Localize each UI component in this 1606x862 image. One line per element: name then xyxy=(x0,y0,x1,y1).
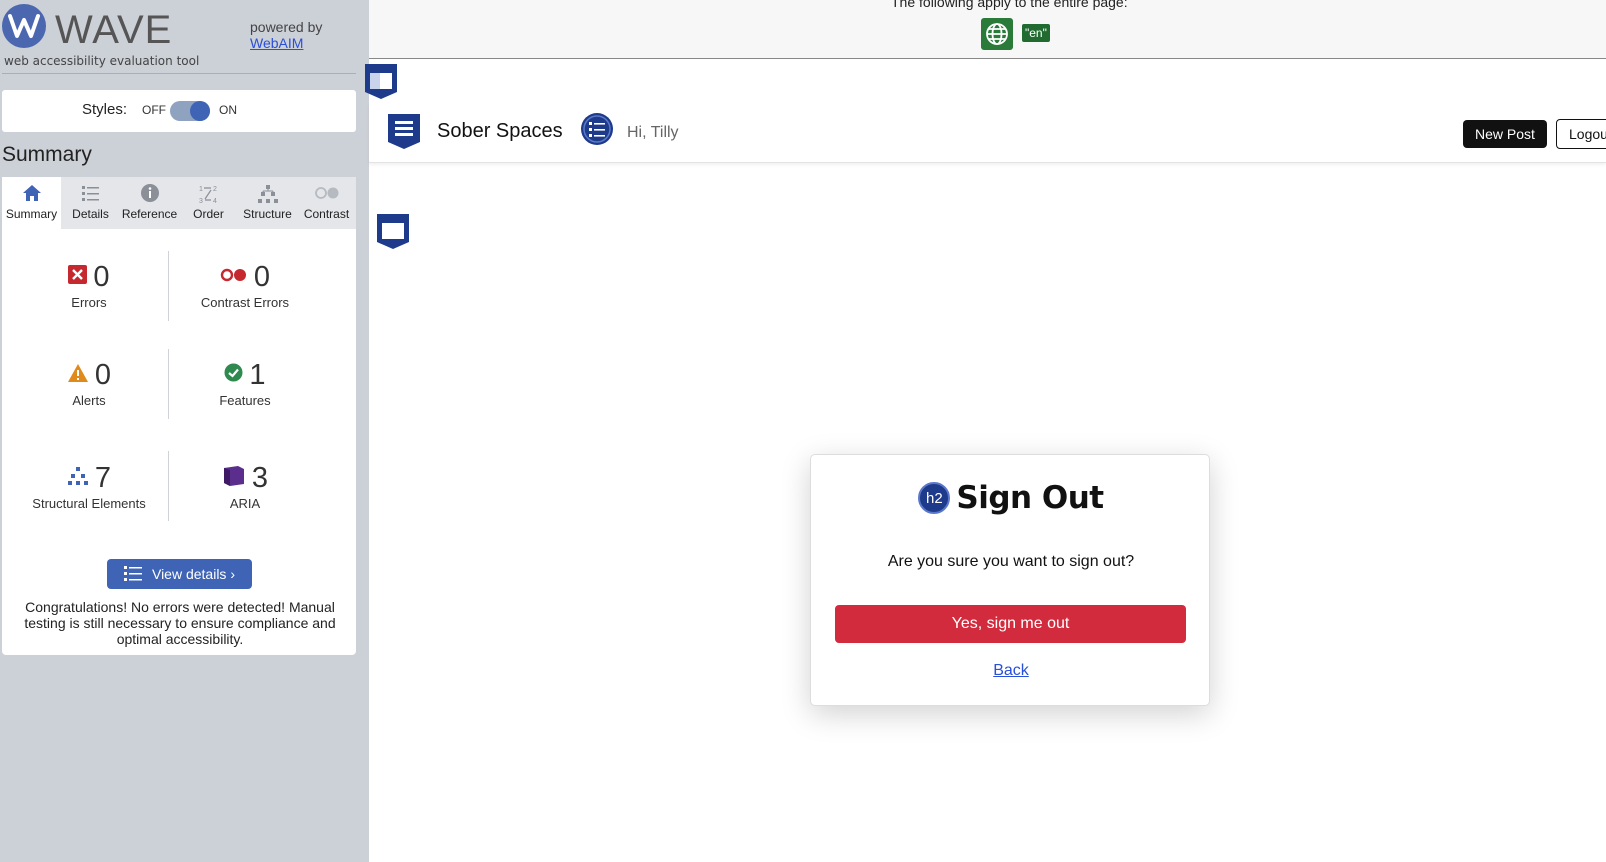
user-greeting: Hi, Tilly xyxy=(627,124,679,141)
structural-count: 7 xyxy=(94,461,112,494)
svg-text:3: 3 xyxy=(199,198,203,205)
wave-logo-icon xyxy=(2,4,46,48)
back-link[interactable]: Back xyxy=(811,662,1211,680)
wave-list-icon[interactable] xyxy=(580,112,614,146)
webaim-link[interactable]: WebAIM xyxy=(250,35,303,51)
tab-order[interactable]: 1 2 3 4 Order xyxy=(179,177,238,229)
tab-structure[interactable]: Structure xyxy=(238,177,297,229)
error-icon xyxy=(68,265,88,289)
powered-by: powered by WebAIM xyxy=(250,19,322,51)
page-notice-text: The following apply to the entire page: xyxy=(891,0,1128,10)
stat-structural[interactable]: 7 Structural Elements xyxy=(9,461,169,512)
tab-reference[interactable]: Reference xyxy=(120,177,179,229)
wave-region-icon[interactable] xyxy=(375,212,411,250)
styles-toggle-box: Styles: OFF ON xyxy=(2,90,356,132)
brand-link[interactable]: Sober Spaces xyxy=(437,120,563,143)
contrast-error-icon xyxy=(220,267,248,288)
wave-nav-icon[interactable] xyxy=(386,112,422,150)
tab-details[interactable]: Details xyxy=(61,177,120,229)
sign-out-modal: h2 Sign Out Are you sure you want to sig… xyxy=(810,454,1210,706)
home-icon xyxy=(2,183,61,205)
toggle-knob xyxy=(190,101,210,121)
structure-icon xyxy=(238,183,297,205)
globe-icon[interactable] xyxy=(981,18,1013,50)
list-icon xyxy=(61,183,120,205)
tab-contrast[interactable]: Contrast xyxy=(297,177,356,229)
order-icon: 1 2 3 4 xyxy=(179,183,238,205)
tab-label: Summary xyxy=(5,207,58,221)
structural-label: Structural Elements xyxy=(32,496,146,511)
new-post-button[interactable]: New Post xyxy=(1463,120,1547,148)
wave-sidebar: WAVE web accessibility evaluation tool p… xyxy=(0,0,369,862)
tab-label: Reference xyxy=(121,207,178,221)
contrast-errors-label: Contrast Errors xyxy=(200,295,290,310)
heading-level-badge[interactable]: h2 xyxy=(918,482,951,514)
stat-features[interactable]: 1 Features xyxy=(165,358,325,409)
aria-count: 3 xyxy=(251,461,269,494)
tab-summary[interactable]: Summary xyxy=(2,177,61,229)
list-icon xyxy=(123,565,142,584)
tab-label: Order xyxy=(193,207,224,221)
modal-question: Are you sure you want to sign out? xyxy=(887,553,1135,570)
wave-tabs: Summary Details Reference 1 2 3 4 Order Str… xyxy=(2,177,356,229)
stat-contrast-errors[interactable]: 0 Contrast Errors xyxy=(165,260,325,311)
tab-label: Contrast xyxy=(303,207,350,221)
aria-label: ARIA xyxy=(229,496,261,511)
features-label: Features xyxy=(219,393,271,408)
feature-icon xyxy=(224,363,243,387)
logout-button[interactable]: Logout xyxy=(1556,119,1606,149)
main-page: The following apply to the entire page: … xyxy=(365,0,1606,862)
wave-aria-widget-icon[interactable] xyxy=(363,62,399,100)
contrast-icon xyxy=(297,183,356,205)
styles-toggle-switch[interactable] xyxy=(170,101,210,121)
styles-off-label: OFF xyxy=(142,103,166,117)
alerts-label: Alerts xyxy=(72,393,106,408)
svg-text:2: 2 xyxy=(213,186,217,193)
modal-title: Sign Out xyxy=(956,480,1104,516)
confirm-sign-out-button[interactable]: Yes, sign me out xyxy=(835,605,1186,643)
svg-text:1: 1 xyxy=(199,186,203,193)
view-details-button[interactable]: View details › xyxy=(107,559,252,589)
stat-alerts[interactable]: 0 Alerts xyxy=(9,359,169,408)
wave-tagline: web accessibility evaluation tool xyxy=(4,54,200,68)
aria-icon xyxy=(222,464,246,493)
alert-icon xyxy=(67,363,89,388)
features-count: 1 xyxy=(249,358,266,391)
errors-count: 0 xyxy=(93,260,110,293)
alerts-count: 0 xyxy=(94,358,112,391)
stat-errors[interactable]: 0 Errors xyxy=(9,261,169,310)
summary-heading: Summary xyxy=(2,143,92,166)
tab-label: Details xyxy=(72,207,109,221)
styles-on-label: ON xyxy=(219,103,237,117)
svg-text:4: 4 xyxy=(213,198,217,205)
summary-panel: 0 Errors 0 Contrast Errors 0 Alerts 1 Fe… xyxy=(2,229,356,655)
contrast-errors-count: 0 xyxy=(253,260,271,293)
errors-label: Errors xyxy=(71,295,107,310)
site-navbar: Sober Spaces Hi, Tilly New Post xyxy=(369,103,1606,163)
view-details-label: View details › xyxy=(151,566,235,582)
info-icon xyxy=(120,183,179,205)
tab-label: Structure xyxy=(243,207,292,221)
modal-title-row: h2 Sign Out xyxy=(811,480,1211,516)
page-notice-bar: The following apply to the entire page: … xyxy=(369,0,1606,59)
divider xyxy=(2,73,356,74)
wave-title: WAVE xyxy=(55,8,173,52)
language-badge[interactable]: "en" xyxy=(1022,24,1050,42)
powered-by-label: powered by xyxy=(250,19,323,35)
structure-icon xyxy=(67,466,89,491)
congrats-message: Congratulations! No errors were detected… xyxy=(24,599,336,647)
stat-aria[interactable]: 3 ARIA xyxy=(165,462,325,511)
styles-label: Styles: xyxy=(82,101,128,118)
